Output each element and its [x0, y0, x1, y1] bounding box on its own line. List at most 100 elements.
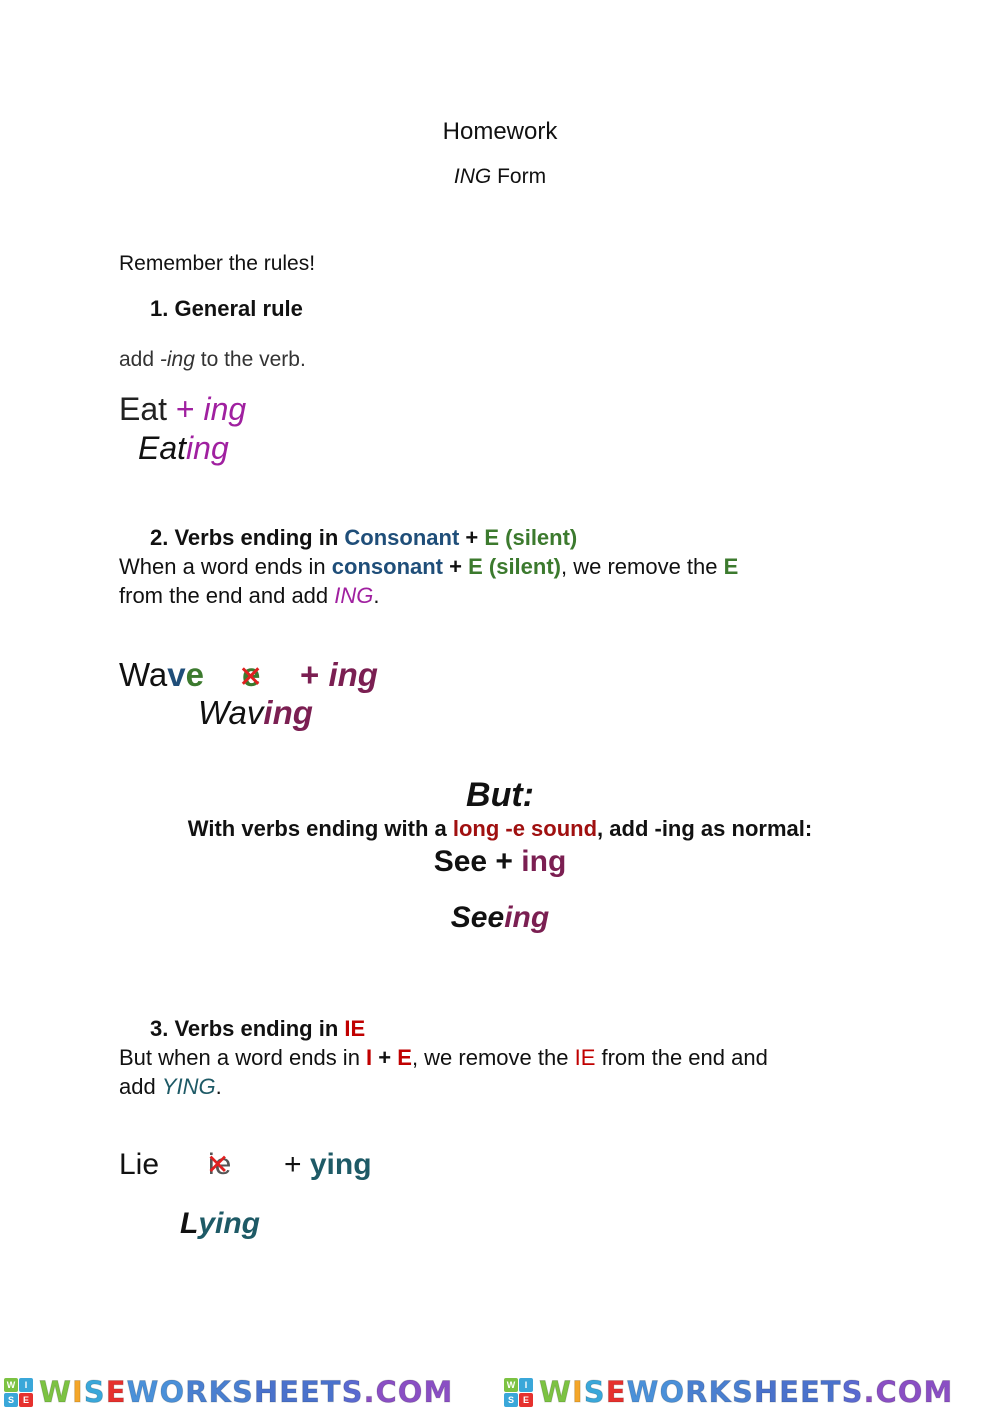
rule2-heading-plus: +: [459, 525, 485, 550]
rule3-heading-prefix: 3. Verbs ending in: [150, 1016, 345, 1041]
rule1-text-after: to the verb.: [194, 348, 306, 371]
rule2-line2-prefix: from the end and add: [119, 583, 335, 608]
rule2-example-wa: Wa: [119, 656, 168, 693]
rule3-result-suffix: ying: [198, 1207, 260, 1240]
exception-line-highlight: long -e sound: [452, 816, 598, 841]
rule3-line1: But when a word ends in I + E, we remove…: [119, 1045, 768, 1071]
logo-letter: W: [539, 1375, 572, 1410]
rule1-result-base: Eat: [138, 430, 187, 466]
logo-box-letter: I: [519, 1377, 533, 1392]
rule2-example: Wave: [119, 656, 204, 694]
logo-letter: S: [583, 1375, 606, 1410]
wiseworksheets-logo: W I S E WISEWORKSHEETS.COM: [0, 1372, 500, 1412]
logo-letter: W: [626, 1375, 660, 1410]
logo-box-icon: W I S E: [4, 1377, 33, 1407]
rule2-heading-e: E (silent): [484, 525, 578, 550]
rule3-removed: ie ✕: [206, 1148, 231, 1182]
rule2-plus-ing: + ing: [300, 656, 378, 694]
exception-line-prefix: With verbs ending with a: [187, 816, 453, 841]
logo-letter: I: [72, 1375, 84, 1410]
exception-result-suffix: ing: [504, 901, 550, 934]
rule3-line1-ie: IE: [574, 1045, 596, 1070]
logo-letter: W: [126, 1375, 160, 1410]
logo-text: WISEWORKSHEETS.COM: [39, 1375, 454, 1410]
logo-box-letter: E: [519, 1392, 533, 1407]
rule2-heading: 2. Verbs ending in Consonant + E (silent…: [150, 525, 577, 551]
logo-letter: O: [897, 1375, 924, 1410]
logo-letter: R: [185, 1375, 209, 1410]
rule2-removed: e ✕: [238, 656, 263, 694]
logo-letter: O: [659, 1375, 686, 1410]
rule3-heading: 3. Verbs ending in IE: [150, 1016, 365, 1042]
rule2-line2-end: .: [373, 583, 380, 608]
logo-letter: O: [159, 1375, 186, 1410]
exception-result-base: See: [450, 901, 505, 934]
page-subtitle: ING Form: [0, 165, 1000, 189]
logo-letter: .: [363, 1375, 376, 1410]
rule2-example-v: v: [167, 656, 186, 693]
rule3-line1-end: from the end and: [595, 1045, 768, 1070]
logo-box-letter: S: [4, 1392, 18, 1407]
rule2-result-suffix: ing: [263, 694, 313, 731]
rule2-line1-consonant: consonant: [331, 554, 444, 579]
rule1-text-before: add: [119, 348, 160, 371]
rule2-example-suffix: ing: [328, 656, 378, 693]
rule3-heading-ie: IE: [344, 1016, 366, 1041]
subtitle-ing: ING: [453, 165, 492, 188]
rule3-line1-e: E: [397, 1045, 412, 1070]
logo-letter: S: [231, 1375, 254, 1410]
logo-letter: C: [375, 1375, 398, 1410]
rule3-example-plus: +: [284, 1148, 310, 1181]
logo-letter: H: [253, 1375, 280, 1410]
rule3-result: Lying: [180, 1207, 260, 1241]
logo-letter: H: [753, 1375, 780, 1410]
exception-example: See + ing: [0, 845, 1000, 879]
logo-box-letter: S: [504, 1392, 518, 1407]
logo-letter: E: [799, 1375, 821, 1410]
rule2-line1-plus: +: [443, 554, 469, 579]
rule1-example: Eat + ing: [119, 391, 246, 428]
logo-letter: T: [320, 1375, 342, 1410]
logo-box-letter: E: [19, 1392, 33, 1407]
rule2-line1-prefix: When a word ends in: [119, 554, 332, 579]
rule2-line1-mid: , we remove the: [561, 554, 724, 579]
rule3-line1-prefix: But when a word ends in: [119, 1045, 367, 1070]
logo-letter: W: [39, 1375, 72, 1410]
rule2-line1: When a word ends in consonant + E (silen…: [119, 554, 738, 580]
wiseworksheets-logo: W I S E WISEWORKSHEETS.COM: [500, 1372, 1000, 1412]
logo-letter: R: [685, 1375, 709, 1410]
rule3-line2-ying: YING: [161, 1074, 216, 1099]
logo-letter: E: [779, 1375, 800, 1410]
rule3-example-suffix: ying: [309, 1148, 372, 1181]
logo-letter: S: [83, 1375, 106, 1410]
logo-letter: E: [279, 1375, 300, 1410]
rule1-text-ing: -ing: [159, 348, 195, 371]
rule2-line2: from the end and add ING.: [119, 583, 380, 609]
logo-letter: M: [423, 1375, 454, 1410]
rule2-heading-prefix: 2. Verbs ending in: [150, 525, 345, 550]
rule3-line2-prefix: add: [119, 1074, 162, 1099]
rule2-line2-ing: ING: [334, 583, 374, 608]
logo-letter: C: [875, 1375, 898, 1410]
rule3-line1-plus: +: [372, 1045, 398, 1070]
logo-letter: I: [572, 1375, 584, 1410]
logo-letter: S: [841, 1375, 864, 1410]
rule2-line1-E: E: [723, 554, 739, 579]
rule2-heading-consonant: Consonant: [344, 525, 460, 550]
rule3-line2: add YING.: [119, 1074, 222, 1100]
rule3-result-base: L: [180, 1207, 199, 1240]
logo-letter: .: [863, 1375, 876, 1410]
rule1-example-plus: +: [167, 391, 204, 427]
exception-example-suffix: ing: [521, 845, 567, 878]
logo-box-icon: W I S E: [504, 1377, 533, 1407]
rule3-line1-mid: , we remove the: [411, 1045, 575, 1070]
exception-line-suffix: , add -ing as normal:: [597, 816, 813, 841]
logo-letter: T: [820, 1375, 842, 1410]
rule3-plus-ying: + ying: [284, 1148, 372, 1182]
rule1-result-suffix: ing: [186, 430, 229, 466]
rule1-example-suffix: ing: [203, 391, 247, 427]
rule1-result: Eating: [138, 430, 229, 467]
rule2-line1-e: E (silent): [468, 554, 561, 579]
rule1-heading: 1. General rule: [150, 296, 303, 321]
rule2-example-e: e: [185, 656, 204, 693]
